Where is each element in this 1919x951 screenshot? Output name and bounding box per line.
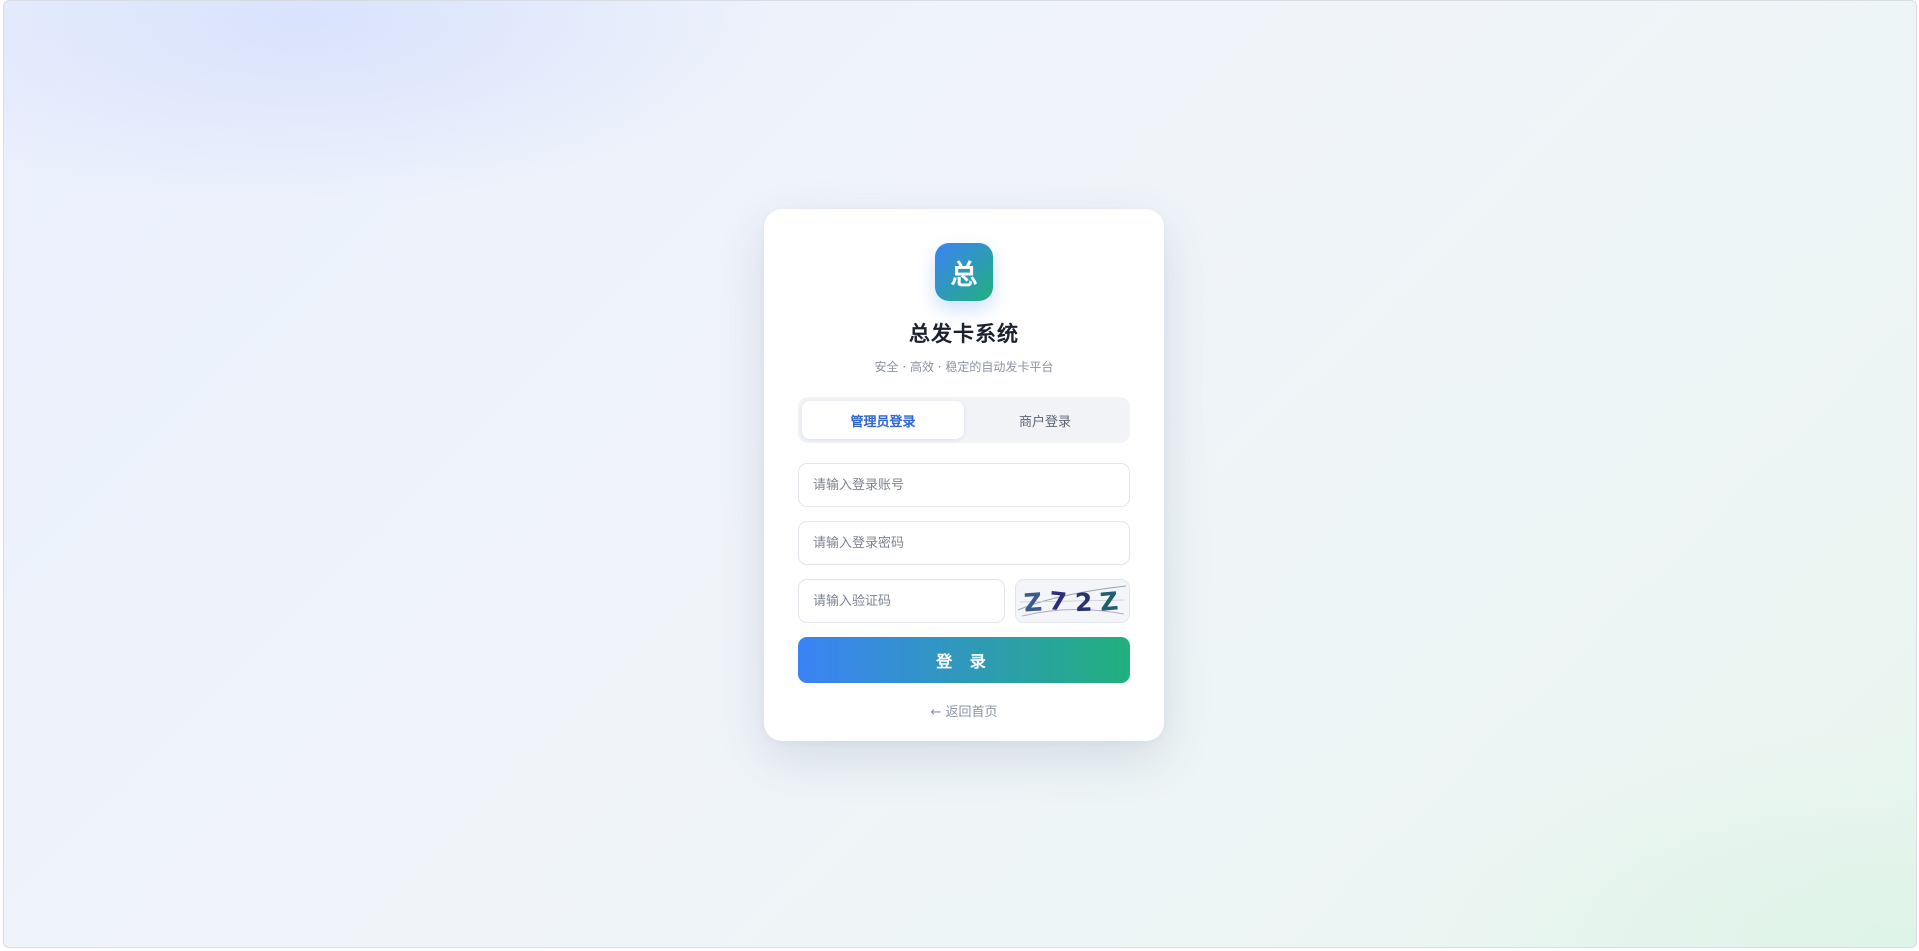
account-input[interactable] [799, 464, 1129, 506]
account-field [798, 463, 1130, 507]
captcha-field [798, 579, 1005, 623]
captcha-char-4: Z [1099, 586, 1120, 616]
app-logo: 总 [935, 243, 993, 301]
page-background: 总 总发卡系统 安全 · 高效 · 稳定的自动发卡平台 管理员登录 商户登录 请… [3, 0, 1917, 948]
app-title: 总发卡系统 [909, 322, 1019, 346]
captcha-row: Z 7 2 Z [798, 579, 1130, 623]
tab-admin-login[interactable]: 管理员登录 [802, 401, 964, 439]
login-button[interactable]: 登 录 [798, 637, 1130, 683]
tab-merchant-login[interactable]: 商户登录 [964, 401, 1126, 439]
app-subtitle: 安全 · 高效 · 稳定的自动发卡平台 [874, 360, 1054, 374]
captcha-graphic: Z 7 2 Z [1016, 580, 1129, 622]
captcha-char-3: 2 [1074, 588, 1092, 618]
login-type-tabs: 管理员登录 商户登录 [798, 397, 1130, 443]
captcha-char-2: 7 [1048, 586, 1068, 617]
back-home-link[interactable]: ← 返回首页 [798, 701, 1130, 720]
captcha-char-1: Z [1023, 587, 1043, 617]
captcha-image[interactable]: Z 7 2 Z [1015, 579, 1130, 623]
password-field [798, 521, 1130, 565]
captcha-input[interactable] [799, 580, 1004, 622]
logo-char: 总 [950, 259, 978, 291]
password-input[interactable] [799, 522, 1129, 564]
login-card: 总 总发卡系统 安全 · 高效 · 稳定的自动发卡平台 管理员登录 商户登录 请… [764, 209, 1164, 741]
